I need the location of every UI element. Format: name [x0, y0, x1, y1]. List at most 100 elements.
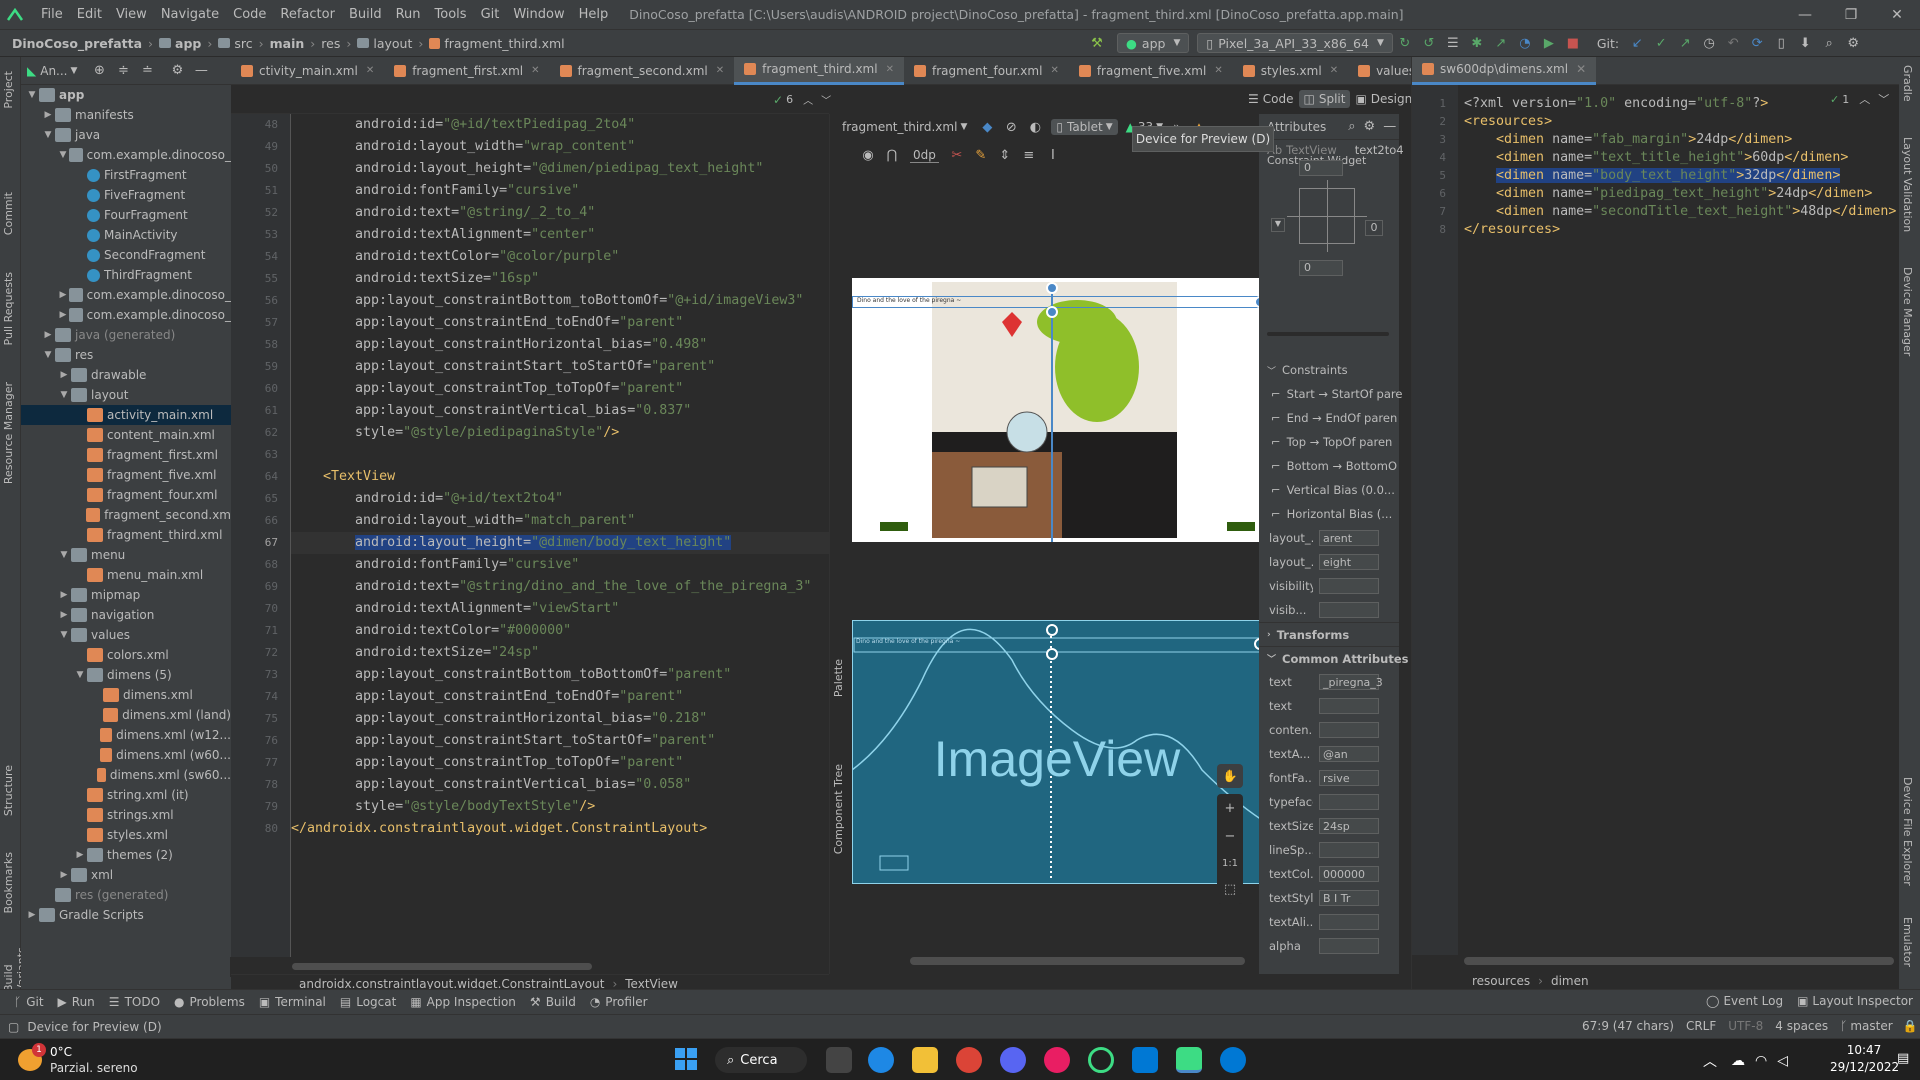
chevron-icon[interactable]: ▼: [57, 150, 69, 160]
discord-icon[interactable]: [1000, 1047, 1026, 1073]
tree-item[interactable]: ▶ themes (2): [21, 845, 231, 865]
dimens-code[interactable]: <?xml version="1.0" encoding="utf-8"?> <r…: [1464, 85, 1896, 955]
chevron-icon[interactable]: ▶: [57, 290, 69, 300]
tab-fragment-five-xml[interactable]: fragment_five.xml ✕: [1069, 57, 1233, 85]
menu-item-help[interactable]: Help: [572, 7, 616, 22]
chevron-icon[interactable]: ▶: [41, 330, 55, 340]
tree-item[interactable]: content_main.xml: [21, 425, 231, 445]
chevron-up-icon[interactable]: ︿: [803, 92, 813, 107]
tree-item[interactable]: fragment_four.xml: [21, 485, 231, 505]
tree-item[interactable]: ▶ manifests: [21, 105, 231, 125]
close-icon[interactable]: ✕: [1214, 65, 1222, 76]
maximize-button[interactable]: ❐: [1828, 0, 1874, 29]
pull-requests-tool-tab[interactable]: Pull Requests: [2, 272, 15, 345]
tree-item[interactable]: ▶ com.example.dinocoso_: [21, 305, 231, 325]
attribute-value-field[interactable]: [1319, 842, 1379, 858]
tree-item[interactable]: fragment_second.xm: [21, 505, 231, 525]
tree-item[interactable]: ▶ navigation: [21, 605, 231, 625]
attribute-value-field[interactable]: B I Tr: [1319, 890, 1379, 906]
code-line[interactable]: app:layout_constraintEnd_toEndOf="parent…: [291, 312, 829, 334]
chevron-down-icon[interactable]: ﹀: [821, 92, 831, 107]
file-select[interactable]: fragment_third.xml: [842, 120, 957, 134]
code-line[interactable]: android:textSize="24sp": [291, 642, 829, 664]
tree-item[interactable]: ▼ com.example.dinocoso_: [21, 145, 231, 165]
code-line[interactable]: [291, 444, 829, 466]
tool-tab-terminal[interactable]: ▣ Terminal: [259, 995, 326, 1009]
constraint-handle[interactable]: [1046, 624, 1058, 636]
code-line[interactable]: android:textColor="#000000": [291, 620, 829, 642]
bookmarks-tool-tab[interactable]: Bookmarks: [2, 852, 15, 913]
breadcrumb-item[interactable]: app: [175, 36, 201, 51]
breadcrumb-item[interactable]: res: [321, 36, 340, 51]
menu-item-build[interactable]: Build: [342, 7, 389, 22]
rollback-icon[interactable]: ↶: [1725, 35, 1741, 51]
tree-item[interactable]: ▶ Gradle Scripts: [21, 905, 231, 925]
menu-item-edit[interactable]: Edit: [70, 7, 109, 22]
tree-item[interactable]: SecondFragment: [21, 245, 231, 265]
tree-item[interactable]: ▶ drawable: [21, 365, 231, 385]
stop-icon[interactable]: ■: [1565, 35, 1581, 51]
chevron-icon[interactable]: ▶: [57, 870, 71, 880]
device-manager-tool-tab[interactable]: Device Manager: [1901, 267, 1914, 356]
breadcrumb-item[interactable]: fragment_third.xml: [444, 36, 564, 51]
tool-tab-app-inspection[interactable]: ▦ App Inspection: [410, 995, 516, 1009]
gear-icon[interactable]: ⚙: [169, 63, 185, 79]
attach-debugger-icon[interactable]: ↗: [1493, 35, 1509, 51]
code-line[interactable]: android:fontFamily="cursive": [291, 180, 829, 202]
history-icon[interactable]: ◷: [1701, 35, 1717, 51]
chevron-icon[interactable]: ▼: [57, 390, 71, 400]
sdk-manager-icon[interactable]: ⬇: [1797, 35, 1813, 51]
edge-icon[interactable]: [1220, 1047, 1246, 1073]
orientation-icon[interactable]: ⊘: [1003, 119, 1019, 135]
attribute-value-select[interactable]: [1319, 602, 1379, 618]
menu-item-git[interactable]: Git: [474, 7, 507, 22]
code-line[interactable]: <resources>: [1464, 113, 1894, 131]
chevron-up-icon[interactable]: ︿: [1703, 1051, 1717, 1071]
run-icon[interactable]: ▶: [1541, 35, 1557, 51]
breadcrumb-item[interactable]: DinoCoso_prefatta: [12, 36, 142, 51]
constraint-item[interactable]: ⌐ Start → StartOf pare: [1259, 382, 1402, 406]
infer-constraints-icon[interactable]: ✎: [973, 147, 989, 163]
code-line[interactable]: app:layout_constraintTop_toTopOf="parent…: [291, 752, 829, 774]
profiler-icon[interactable]: ◔: [1517, 35, 1533, 51]
chevron-icon[interactable]: ▼: [41, 350, 55, 360]
cloud-icon[interactable]: ☁: [1731, 1053, 1745, 1069]
code-line[interactable]: app:layout_constraintVertical_bias="0.83…: [291, 400, 829, 422]
chevron-icon[interactable]: ▶: [41, 110, 55, 120]
minimize-button[interactable]: —: [1782, 0, 1828, 29]
margin-end-select[interactable]: 0: [1365, 220, 1383, 236]
tree-item[interactable]: res (generated): [21, 885, 231, 905]
menu-item-run[interactable]: Run: [389, 7, 428, 22]
code-line[interactable]: style="@style/bodyTextStyle"/>: [291, 796, 829, 818]
common-attributes-header[interactable]: ﹀ Common Attributes: [1259, 646, 1408, 670]
constraint-handle[interactable]: [1046, 282, 1058, 294]
tree-item[interactable]: dimens.xml (w60...: [21, 745, 231, 765]
expand-all-icon[interactable]: ≑: [115, 63, 131, 79]
chevron-icon[interactable]: ▶: [73, 850, 87, 860]
attribute-value-field[interactable]: [1319, 938, 1379, 954]
constraint-item[interactable]: ⌐ Top → TopOf paren: [1259, 430, 1399, 454]
dimens-hscroll[interactable]: [1464, 957, 1894, 965]
run-config-select[interactable]: ● app ▼: [1117, 33, 1190, 53]
menu-item-navigate[interactable]: Navigate: [154, 7, 226, 22]
code-line[interactable]: app:layout_constraintHorizontal_bias="0.…: [291, 708, 829, 730]
tree-item[interactable]: fragment_third.xml: [21, 525, 231, 545]
code-line[interactable]: <dimen name="fab_margin">24dp</dimen>: [1464, 131, 1894, 149]
app-icon[interactable]: [1088, 1047, 1114, 1073]
tree-item[interactable]: colors.xml: [21, 645, 231, 665]
android-studio-icon[interactable]: [1176, 1047, 1202, 1073]
code-line[interactable]: android:id="@+id/textPiedipag_2to4": [291, 114, 829, 136]
tree-item[interactable]: fragment_five.xml: [21, 465, 231, 485]
tree-item[interactable]: ▼ values: [21, 625, 231, 645]
tree-item[interactable]: ▼ app: [21, 85, 231, 105]
tool-tab-run[interactable]: ▶ Run: [58, 995, 95, 1009]
menu-item-code[interactable]: Code: [226, 7, 273, 22]
zoom-out-icon[interactable]: −: [1225, 829, 1236, 844]
code-line[interactable]: android:layout_height="@dimen/piedipag_t…: [291, 158, 829, 180]
code-line[interactable]: android:textAlignment="center": [291, 224, 829, 246]
device-file-explorer-tool-tab[interactable]: Device File Explorer: [1901, 777, 1914, 886]
code-view-button[interactable]: ☰ Code: [1243, 90, 1299, 108]
bias-slider[interactable]: [1267, 332, 1389, 336]
menu-item-window[interactable]: Window: [506, 7, 571, 22]
code-line[interactable]: app:layout_constraintHorizontal_bias="0.…: [291, 334, 829, 356]
